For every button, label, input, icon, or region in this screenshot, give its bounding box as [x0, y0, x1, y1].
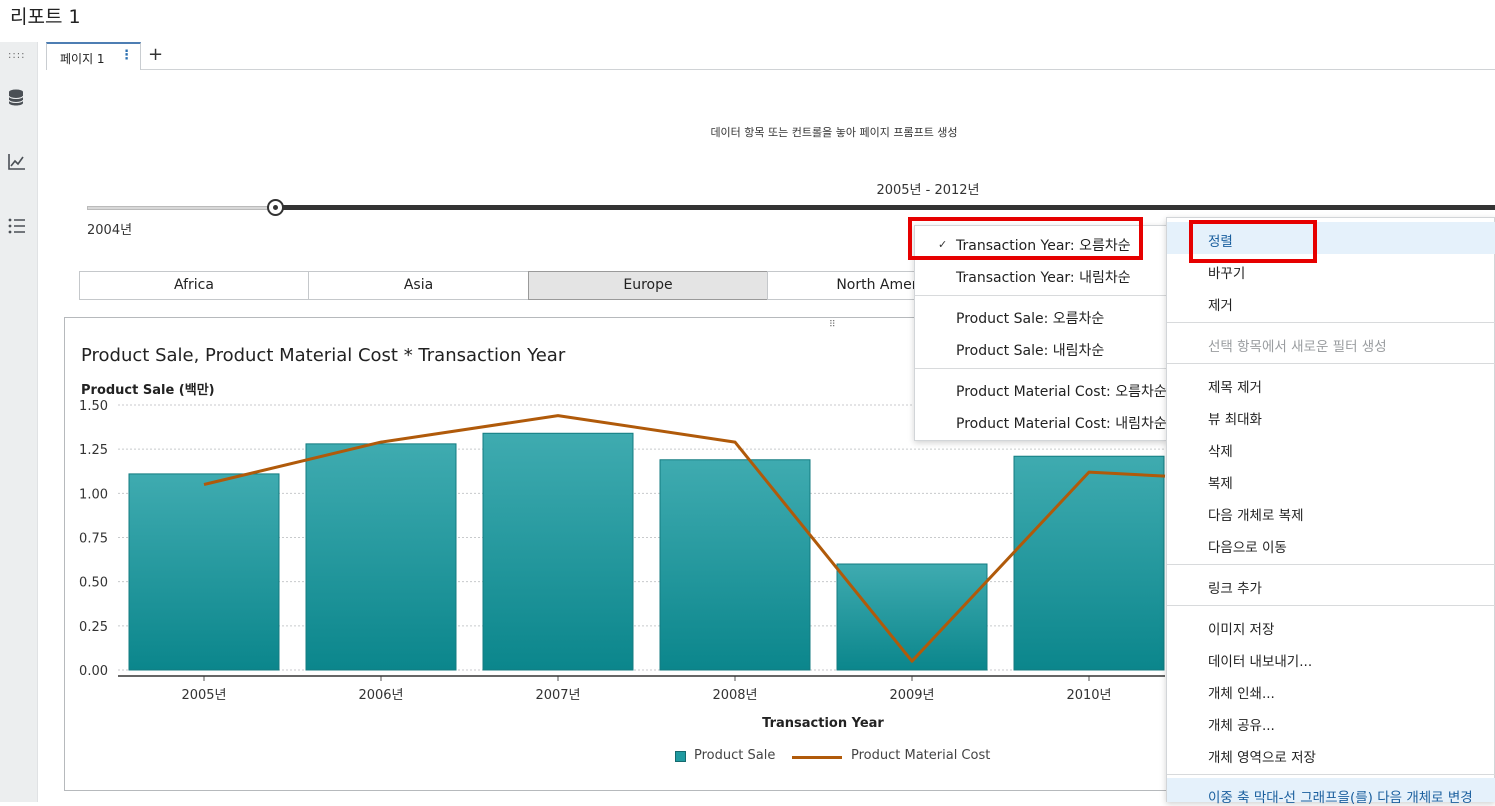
- tab-menu-icon[interactable]: ⋮: [120, 48, 133, 63]
- context-item-maximize[interactable]: 뷰 최대화: [1208, 408, 1262, 428]
- context-item-move-to[interactable]: 다음으로 이동: [1208, 536, 1287, 556]
- page-prompt-hint: 데이터 항목 또는 컨트롤을 놓아 페이지 프롬프트 생성: [710, 126, 958, 139]
- context-item-share[interactable]: 개체 공유...: [1208, 714, 1275, 734]
- menu-separator: [1167, 774, 1495, 775]
- context-item-export-data[interactable]: 데이터 내보내기...: [1208, 650, 1312, 670]
- x-axis-title: Transaction Year: [762, 716, 884, 731]
- menu-separator: [915, 368, 1166, 369]
- highlight-box-sort: [1189, 220, 1317, 263]
- page-tab-strip: [46, 42, 1495, 70]
- database-icon[interactable]: [7, 88, 27, 108]
- context-item-save-as-object[interactable]: 개체 영역으로 저장: [1208, 746, 1316, 766]
- legend-label-product-sale: Product Sale: [694, 748, 776, 763]
- context-item-print[interactable]: 개체 인쇄...: [1208, 682, 1275, 702]
- sort-item-sale-desc[interactable]: Product Sale: 내림차순: [956, 340, 1104, 360]
- sort-item-year-desc[interactable]: Transaction Year: 내림차순: [956, 267, 1131, 287]
- slider-min-label: 2004년: [87, 223, 133, 238]
- chart-title: Product Sale, Product Material Cost * Tr…: [81, 345, 566, 366]
- context-item-replace[interactable]: 바꾸기: [1208, 262, 1245, 282]
- legend-swatch-material-cost: [792, 756, 842, 759]
- menu-separator: [1167, 322, 1495, 323]
- line-chart-icon[interactable]: [7, 152, 27, 172]
- add-page-button[interactable]: +: [148, 44, 163, 65]
- slider-range-label: 2005년 - 2012년: [876, 183, 980, 198]
- tab-page-1-label: 페이지 1: [60, 52, 105, 66]
- context-item-remove-title[interactable]: 제목 제거: [1208, 376, 1262, 396]
- slider-track-selected[interactable]: [276, 205, 1495, 210]
- context-item-save-image[interactable]: 이미지 저장: [1208, 618, 1274, 638]
- context-item-remove[interactable]: 제거: [1208, 294, 1233, 314]
- resize-handle-top-icon[interactable]: ⠿: [829, 320, 836, 330]
- menu-separator: [1167, 605, 1495, 606]
- context-item-duplicate-as[interactable]: 다음 개체로 복제: [1208, 504, 1304, 524]
- menu-separator: [915, 295, 1166, 296]
- context-item-delete[interactable]: 삭제: [1208, 440, 1233, 460]
- rail-grip[interactable]: ::::: [8, 50, 25, 61]
- sort-item-cost-desc[interactable]: Product Material Cost: 내림차순: [956, 413, 1167, 433]
- context-item-change-chart-type[interactable]: 이중 축 막대-선 그래프을(를) 다음 개체로 변경: [1208, 786, 1473, 806]
- sort-item-cost-asc[interactable]: Product Material Cost: 오름차순: [956, 381, 1167, 401]
- sort-item-sale-asc[interactable]: Product Sale: 오름차순: [956, 308, 1104, 328]
- menu-separator: [1167, 363, 1495, 364]
- button-africa[interactable]: Africa: [79, 271, 309, 300]
- list-icon[interactable]: [7, 216, 27, 236]
- context-item-duplicate[interactable]: 복제: [1208, 472, 1233, 492]
- y-axis-title: Product Sale (백만): [81, 383, 215, 398]
- report-title: 리포트 1: [10, 6, 81, 28]
- slider-track-unselected[interactable]: [87, 206, 276, 210]
- context-item-add-link[interactable]: 링크 추가: [1208, 577, 1262, 597]
- legend-swatch-product-sale: [675, 751, 686, 762]
- button-asia[interactable]: Asia: [308, 271, 529, 300]
- menu-separator: [1167, 564, 1495, 565]
- context-item-new-filter: 선택 항목에서 새로운 필터 생성: [1208, 339, 1387, 355]
- highlight-box-sort-item: [908, 217, 1143, 260]
- button-europe[interactable]: Europe: [528, 271, 768, 300]
- slider-thumb[interactable]: [267, 199, 284, 216]
- legend-label-material-cost: Product Material Cost: [851, 748, 991, 763]
